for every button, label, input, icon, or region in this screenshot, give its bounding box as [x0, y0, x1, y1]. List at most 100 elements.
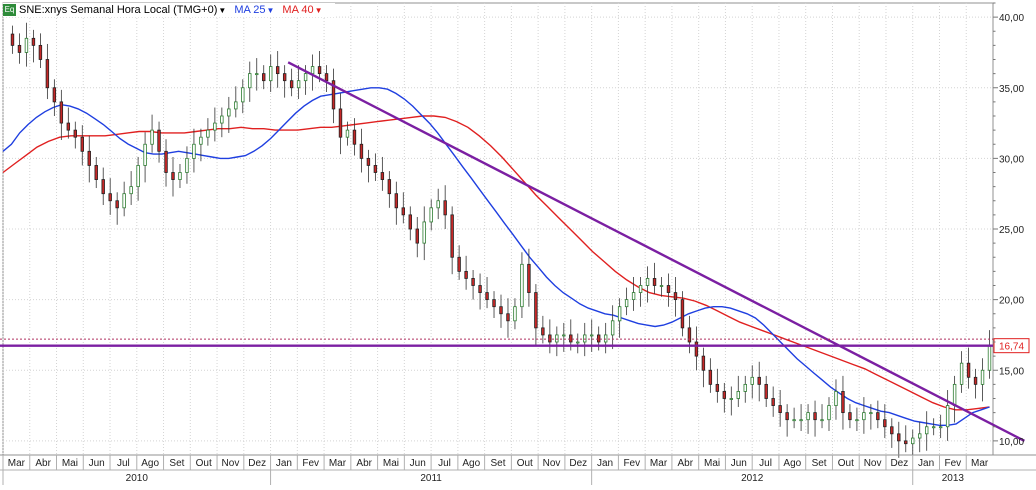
candle-body: [583, 334, 587, 343]
candle-body: [45, 59, 50, 89]
month-label: Mai: [383, 458, 399, 469]
candle-body: [869, 412, 873, 415]
candle-body: [952, 383, 957, 406]
candle-body: [673, 292, 678, 301]
month-label: Fev: [945, 458, 962, 469]
candle-body: [938, 426, 943, 429]
candle-body: [31, 37, 36, 46]
candle-body: [799, 419, 803, 422]
candle-body: [534, 292, 538, 329]
candle-body: [192, 143, 196, 159]
candle-body: [422, 221, 426, 244]
year-label: 2012: [741, 473, 764, 484]
candle-body: [122, 193, 126, 209]
candle-body: [220, 115, 224, 124]
candle-body: [457, 256, 461, 272]
candle-body: [555, 334, 559, 343]
candle-body: [931, 426, 936, 429]
candle-body: [248, 73, 252, 89]
month-label: Jun: [731, 458, 747, 469]
chevron-down-icon[interactable]: ▼: [218, 6, 226, 15]
candle-body: [52, 87, 57, 103]
candle-body: [708, 369, 713, 385]
candle-body: [792, 419, 796, 422]
equity-icon: Eq: [3, 4, 16, 16]
candle-body: [164, 150, 168, 173]
candle-body: [743, 383, 747, 392]
candle-body: [241, 87, 245, 103]
symbol-label[interactable]: SNE:xnys Semanal Hora Local (TMG+0): [19, 4, 217, 16]
candle-body: [590, 334, 594, 337]
candle-body: [310, 66, 315, 75]
candle-body: [436, 200, 440, 209]
candle-body: [450, 214, 454, 258]
candle-body: [373, 165, 378, 173]
month-label: Ago: [783, 458, 801, 469]
candle-body: [694, 341, 699, 357]
month-label: Ago: [462, 458, 480, 469]
candle-body: [729, 398, 733, 400]
ma-long-label[interactable]: MA 40: [282, 4, 313, 16]
candle-body: [701, 355, 706, 371]
candle-body: [890, 426, 894, 435]
candle-body: [652, 278, 657, 286]
candle-body: [548, 334, 552, 343]
month-label: Abr: [35, 458, 51, 469]
month-label: Dez: [890, 458, 908, 469]
candle-body: [338, 108, 343, 138]
month-label: Jul: [438, 458, 451, 469]
candle-body: [157, 129, 161, 152]
month-label: Fev: [302, 458, 319, 469]
candle-body: [541, 327, 545, 336]
candle-body: [345, 129, 350, 138]
candle-body: [464, 270, 468, 279]
month-label: Jan: [597, 458, 613, 469]
candle-body: [764, 383, 768, 399]
month-label: Fev: [623, 458, 640, 469]
month-label: Jan: [276, 458, 292, 469]
candle-body: [841, 391, 845, 414]
chevron-down-icon[interactable]: ▼: [315, 6, 323, 15]
candle-body: [715, 383, 720, 392]
candle-body: [911, 437, 915, 445]
last-price-badge: 16,74: [993, 338, 1030, 354]
candle-body: [234, 101, 238, 110]
candle-body: [185, 157, 189, 173]
candle-body: [289, 80, 294, 89]
candle-body: [415, 228, 419, 244]
stock-chart[interactable]: 16,74 10,00 15,00 20,00 25,00 30,00 35,00 40,0…: [0, 0, 1036, 485]
candle-body: [17, 44, 22, 53]
chevron-down-icon[interactable]: ▼: [267, 6, 275, 15]
y-tick-label: 20,00: [999, 296, 1024, 307]
last-price-label: 16,74: [999, 342, 1024, 353]
candle-body: [150, 129, 154, 145]
ma-short-label[interactable]: MA 25: [234, 4, 265, 16]
y-tick-label: 15,00: [999, 366, 1024, 377]
month-label: Jun: [89, 458, 105, 469]
y-tick-label: 35,00: [999, 84, 1024, 95]
candle-body: [101, 179, 105, 195]
candle-body: [771, 398, 775, 406]
candle-body: [359, 143, 364, 159]
month-label: Jun: [410, 458, 426, 469]
candle-body: [722, 391, 727, 399]
candle-body: [199, 136, 203, 145]
candle-body: [59, 101, 64, 124]
candle-body: [778, 405, 782, 414]
month-label: Out: [838, 458, 854, 469]
candle-body: [855, 419, 859, 422]
candle-body: [143, 143, 147, 166]
candle-body: [10, 33, 15, 46]
candle-body: [429, 207, 433, 223]
candle-body: [757, 376, 761, 385]
candle-body: [478, 285, 482, 293]
candle-body: [973, 376, 978, 385]
month-label: Mar: [329, 458, 347, 469]
candle-body: [883, 419, 887, 428]
candle-body: [408, 214, 412, 230]
candle-body: [269, 66, 273, 82]
month-label: Abr: [356, 458, 372, 469]
candle-body: [666, 285, 671, 293]
month-label: Out: [196, 458, 212, 469]
candle-body: [806, 412, 810, 421]
